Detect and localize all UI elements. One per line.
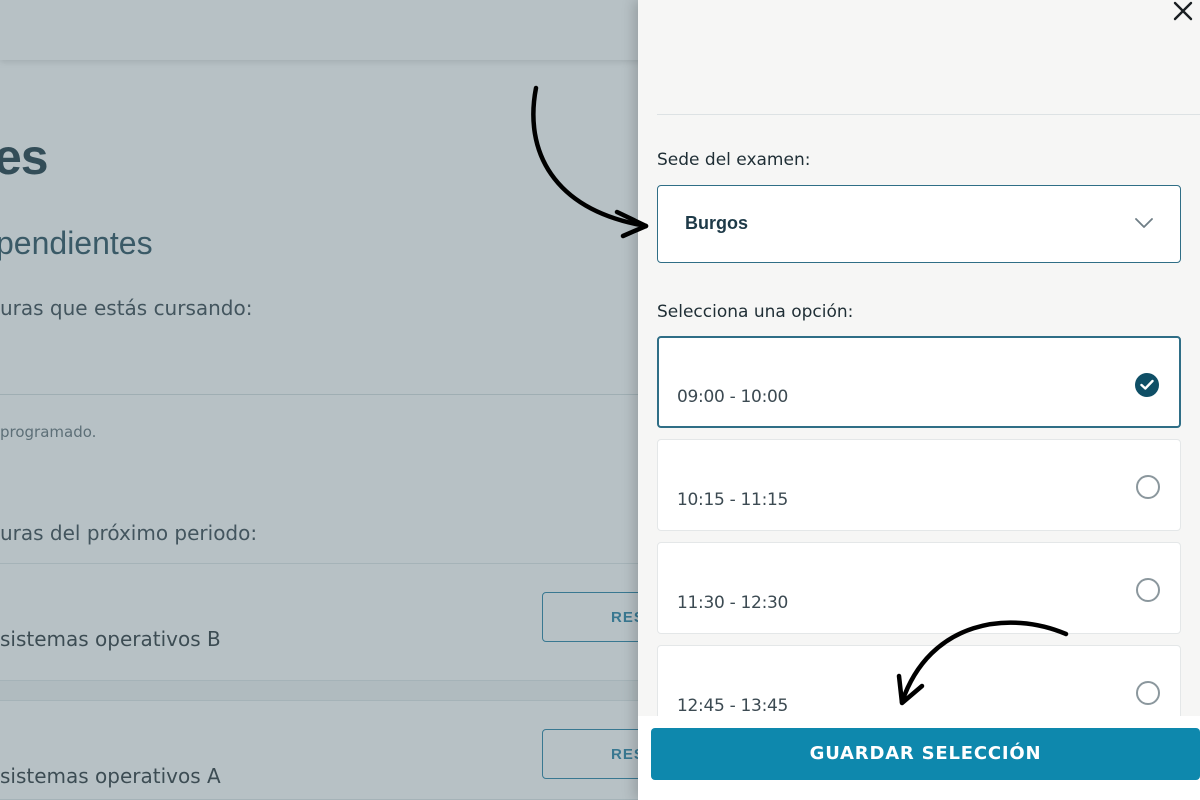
exam-booking-drawer: Sede del examen: Burgos Selecciona una o… — [638, 0, 1200, 800]
exam-site-label: Sede del examen: — [657, 150, 811, 170]
exam-site-value: Burgos — [685, 213, 748, 233]
time-option[interactable]: 11:30 - 12:30 — [657, 542, 1181, 634]
drawer-divider — [657, 114, 1200, 115]
option-time: 12:45 - 13:45 — [677, 696, 789, 716]
exam-site-select[interactable]: Burgos — [657, 185, 1181, 263]
drawer-footer: GUARDAR SELECCIÓN — [638, 716, 1200, 800]
chevron-down-icon — [1135, 218, 1153, 228]
option-time: 10:15 - 11:15 — [677, 490, 789, 510]
close-icon[interactable] — [1170, 0, 1196, 24]
radio-icon — [1136, 475, 1160, 499]
option-time: 09:00 - 10:00 — [677, 387, 789, 407]
option-label: Selecciona una opción: — [657, 302, 854, 322]
time-option[interactable]: 10:15 - 11:15 — [657, 439, 1181, 531]
radio-icon — [1136, 681, 1160, 705]
radio-icon — [1136, 578, 1160, 602]
check-icon — [1135, 373, 1159, 397]
save-selection-button[interactable]: GUARDAR SELECCIÓN — [651, 728, 1200, 780]
option-time: 11:30 - 12:30 — [677, 593, 789, 613]
modal-overlay[interactable] — [0, 0, 640, 800]
time-option[interactable]: 09:00 - 10:00 — [657, 336, 1181, 428]
